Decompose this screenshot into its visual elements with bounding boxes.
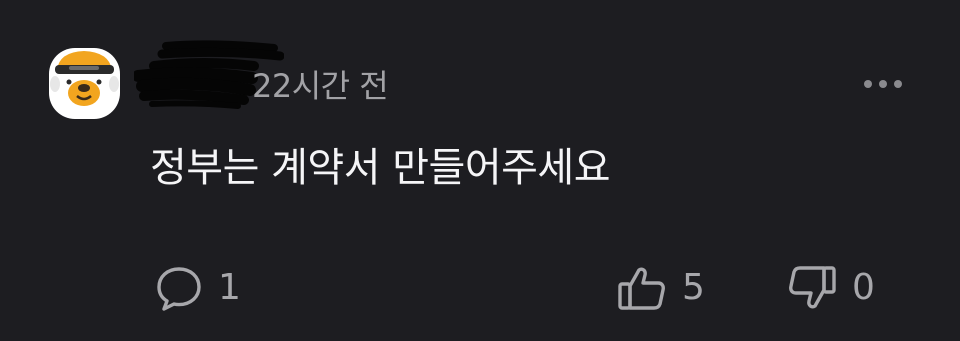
thumbs-up-icon (616, 262, 668, 314)
more-dot (879, 80, 887, 88)
more-options-button[interactable] (854, 66, 912, 102)
dislike-count: 0 (852, 267, 875, 308)
comment-card: 22시간 전 정부는 계약서 만들어주세요 1 5 0 (0, 0, 960, 341)
reply-count: 1 (218, 267, 241, 308)
more-dot (864, 80, 872, 88)
thumbs-down-icon (786, 262, 838, 314)
dislike-button[interactable]: 0 (786, 262, 875, 314)
like-button[interactable]: 5 (616, 262, 705, 314)
chat-bubble-icon (154, 263, 204, 313)
avatar[interactable] (47, 46, 122, 121)
more-dot (894, 80, 902, 88)
comment-text: 정부는 계약서 만들어주세요 (150, 145, 611, 191)
reply-button[interactable]: 1 (154, 262, 241, 314)
comment-timestamp: 22시간 전 (252, 67, 389, 105)
like-count: 5 (682, 267, 705, 308)
